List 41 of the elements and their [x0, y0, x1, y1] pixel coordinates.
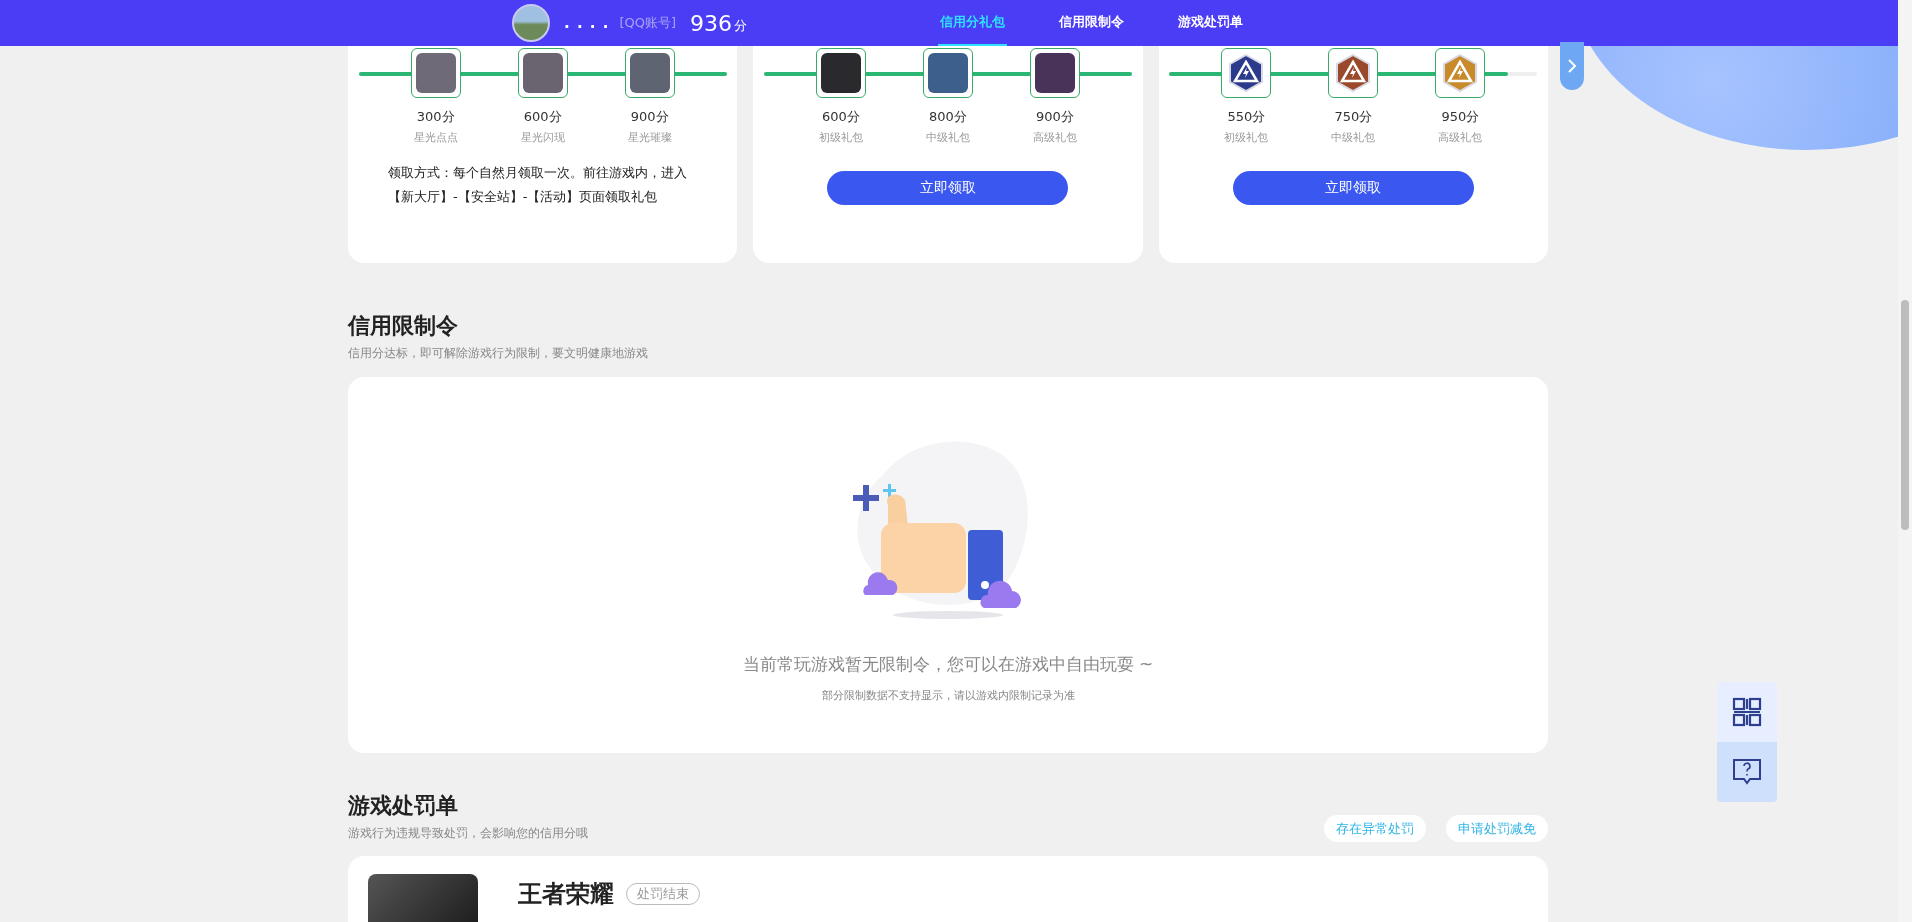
qr-code-button[interactable]: [1717, 682, 1777, 742]
tier-name: 中级礼包: [1331, 130, 1376, 145]
tier-score: 800分: [929, 108, 967, 126]
tier-score: 550分: [1227, 108, 1266, 126]
tier-score: 300分: [416, 108, 455, 126]
tier-name: 星光点点: [413, 130, 458, 145]
claim-button[interactable]: 立即领取: [827, 171, 1069, 205]
avatar-photo: [512, 4, 550, 42]
tier-score: 900分: [630, 108, 669, 126]
claim-button[interactable]: 立即领取: [1232, 171, 1474, 205]
help-button[interactable]: [1717, 742, 1777, 802]
tier-name: 中级礼包: [926, 130, 970, 145]
tier-name: 星光闪现: [520, 130, 565, 145]
score-unit: 分: [734, 17, 748, 35]
empty-message: 当前常玩游戏暂无限制令，您可以在游戏中自由玩耍 ~: [742, 653, 1154, 676]
scrollbar[interactable]: [1898, 0, 1912, 922]
tier-score: 600分: [822, 108, 860, 126]
qr-code-icon: [1731, 696, 1763, 728]
tier-name: 初级礼包: [1224, 130, 1269, 145]
tier-score: 900分: [1036, 108, 1074, 126]
nav-tab[interactable]: 游戏处罚单: [1176, 0, 1245, 46]
tier-name: 高级礼包: [1438, 130, 1483, 145]
section-title: 游戏处罚单: [348, 792, 459, 820]
tier-score: 950分: [1441, 108, 1480, 126]
section-title: 信用限制令: [348, 312, 459, 340]
claim-instructions: 领取方式：每个自然月领取一次。前往游戏内，进入【新大厅】-【安全站】-【活动】页面领取礼包: [387, 164, 688, 206]
tier-score: 750分: [1334, 108, 1373, 126]
empty-note: 部分限制数据不支持显示，请以游戏内限制记录为准: [821, 688, 1075, 703]
scrollbar-thumb[interactable]: [1901, 300, 1909, 530]
tier-name: 高级礼包: [1033, 130, 1077, 145]
nav-tab[interactable]: 信用限制令: [1057, 0, 1126, 46]
next-arrow-button[interactable]: [1560, 42, 1584, 90]
game-title: 王者荣耀: [518, 879, 614, 910]
section-subtitle: 游戏行为违规导致处罚，会影响您的信用分哦: [348, 825, 588, 842]
tier-score: 600分: [523, 108, 562, 126]
credit-score: 936: [690, 10, 733, 36]
tier-name: 星光璀璨: [627, 130, 672, 145]
section-subtitle: 信用分达标，即可解除游戏行为限制，要文明健康地游戏: [348, 345, 649, 362]
account-type: [QQ账号]: [619, 14, 677, 32]
user-name: . . . .: [564, 14, 610, 32]
tier-name: 初级礼包: [819, 130, 863, 145]
